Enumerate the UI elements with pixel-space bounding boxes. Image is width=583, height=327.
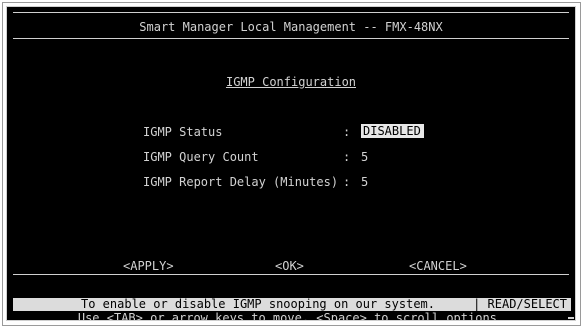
cancel-button[interactable]: <CANCEL> [409,259,467,273]
status-mode-text: | READ/SELECT [473,297,567,311]
text-cursor [568,317,574,319]
navigation-hint: Use <TAB> or arrow keys to move, <Space>… [77,311,505,321]
status-help-text: To enable or disable IGMP snooping on ou… [81,297,436,311]
igmp-query-count-label: IGMP Query Count [143,150,259,164]
footer-divider [13,274,569,275]
igmp-status-separator: : [343,125,351,139]
igmp-status-label: IGMP Status [143,125,223,139]
top-border-line [13,12,569,13]
igmp-query-count-field[interactable]: 5 [361,150,368,164]
igmp-report-delay-label: IGMP Report Delay (Minutes) [143,175,339,189]
app-title: Smart Manager Local Management -- FMX-48… [139,20,443,34]
terminal-window: Smart Manager Local Management -- FMX-48… [2,2,581,326]
igmp-report-delay-separator: : [343,175,351,189]
status-bar: To enable or disable IGMP snooping on ou… [13,297,571,311]
igmp-query-count-separator: : [343,150,351,164]
header-divider [13,38,569,39]
page-title: IGMP Configuration [225,75,357,89]
igmp-status-select[interactable]: DISABLED [361,124,424,138]
ok-button[interactable]: <OK> [275,259,304,273]
igmp-report-delay-field[interactable]: 5 [361,175,368,189]
apply-button[interactable]: <APPLY> [123,259,174,273]
terminal-screen: Smart Manager Local Management -- FMX-48… [6,6,576,321]
